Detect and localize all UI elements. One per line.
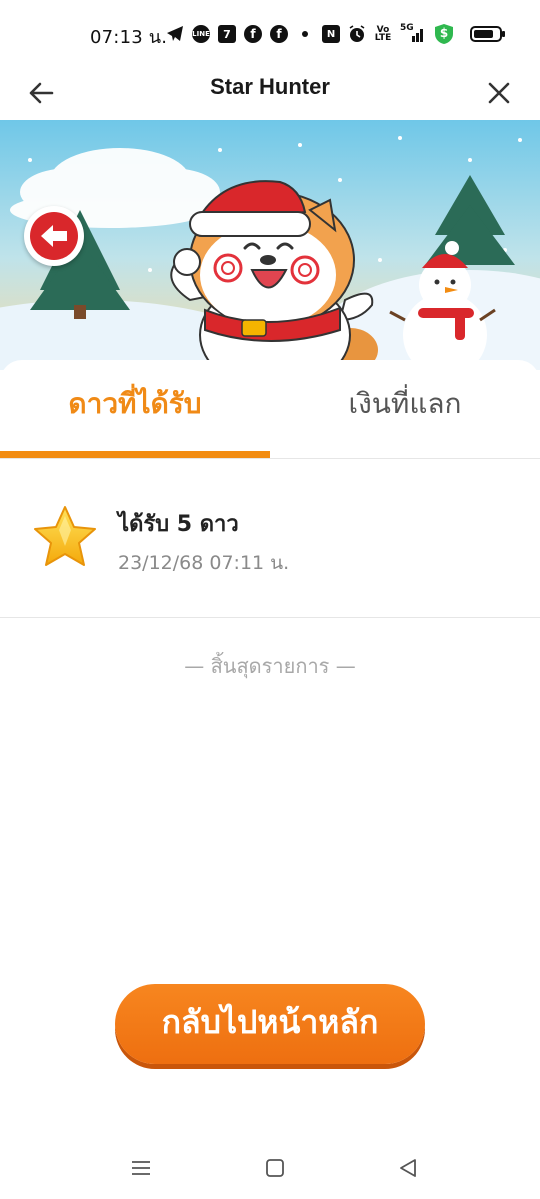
shield-symbol: $ (439, 26, 449, 40)
nfc-icon: N (322, 25, 340, 43)
home-square-icon (266, 1159, 284, 1177)
facebook-icon: f (244, 25, 262, 43)
back-to-home-button[interactable]: กลับไปหน้าหลัก (115, 984, 425, 1064)
close-icon (488, 82, 510, 104)
banner-back-button[interactable] (24, 206, 84, 266)
home-nav-button[interactable] (261, 1154, 289, 1182)
tab-stars-received[interactable]: ดาวที่ได้รับ (0, 360, 270, 459)
tab-bar: ดาวที่ได้รับ เงินที่แลก (0, 360, 540, 459)
alarm-icon (348, 25, 366, 43)
menu-button[interactable] (127, 1154, 155, 1182)
history-sheet: ดาวที่ได้รับ เงินที่แลก ได้รับ 5 ดาว 23/… (0, 360, 540, 1199)
end-of-list-text: — สิ้นสุดรายการ — (184, 654, 356, 678)
item-title: ได้รับ 5 ดาว (118, 512, 239, 537)
close-button[interactable] (480, 74, 518, 112)
list-item: ได้รับ 5 ดาว 23/12/68 07:11 น. (0, 460, 540, 618)
dot-icon (302, 31, 308, 37)
back-triangle-icon (400, 1159, 416, 1177)
arrow-left-icon (41, 225, 67, 247)
seven-eleven-icon: 7 (218, 25, 236, 43)
status-bar: 07:13 น. LINE 7 f f N Vo LTE 5G $ (0, 0, 540, 66)
facebook-icon: f (270, 25, 288, 43)
network-label: 5G (400, 23, 414, 33)
star-icon (34, 506, 96, 566)
item-date: 23/12/68 07:11 น. (118, 552, 290, 574)
line-icon: LINE (192, 25, 210, 43)
tab-money-exchanged[interactable]: เงินที่แลก (270, 360, 540, 459)
telegram-icon (166, 25, 184, 43)
volte-icon: Vo LTE (374, 25, 392, 43)
system-nav-bar (0, 1140, 540, 1199)
menu-icon (132, 1161, 150, 1175)
back-nav-button[interactable] (394, 1154, 422, 1182)
shield-dollar-icon: $ (434, 23, 454, 45)
page-title: Star Hunter (210, 74, 330, 99)
signal-5g-icon: 5G (400, 23, 426, 43)
battery-icon (470, 26, 505, 42)
app-header: Star Hunter (0, 66, 540, 120)
banner (0, 120, 540, 370)
status-icons: LINE 7 f f N Vo LTE 5G $ (166, 22, 505, 46)
status-time: 07:13 น. (90, 27, 168, 48)
tab-indicator (0, 451, 270, 458)
